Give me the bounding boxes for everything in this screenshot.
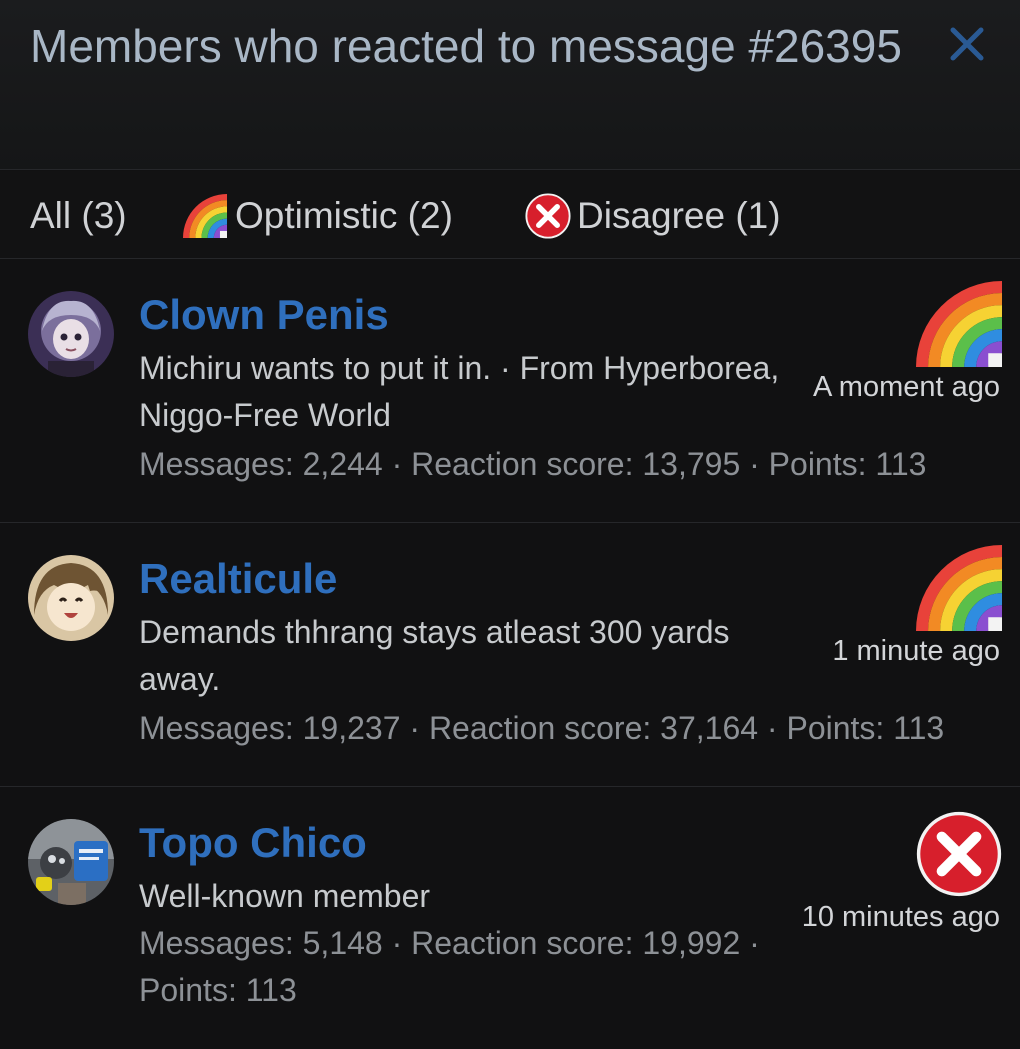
reaction-tabs: All (3) Optimistic (2) Disagree (1) [0, 171, 1020, 259]
dialog-header: Members who reacted to message #26395 [0, 0, 1020, 170]
reactions-dialog: Members who reacted to message #26395 Al… [0, 0, 1020, 1049]
tab-optimistic[interactable]: Optimistic (2) [183, 191, 453, 241]
member-row: Clown Penis Michiru wants to put it in. … [0, 259, 1020, 523]
user-title: Demands thhrang stays atleast 300 yards … [139, 614, 730, 697]
username-link[interactable]: Clown Penis [139, 287, 389, 343]
tab-disagree-label: Disagree (1) [577, 195, 781, 236]
red-x-icon [916, 811, 1002, 897]
reaction-time: A moment ago [813, 371, 1000, 403]
close-button[interactable] [945, 22, 989, 66]
avatar[interactable] [28, 555, 114, 641]
close-icon [950, 27, 984, 61]
user-stats: Messages: 5,148 · Reaction score: 19,992… [139, 925, 760, 1008]
dialog-title: Members who reacted to message #26395 [30, 20, 902, 72]
username-link[interactable]: Topo Chico [139, 815, 367, 871]
tab-all-label: All (3) [30, 195, 127, 236]
reaction-time: 10 minutes ago [801, 901, 1000, 933]
tab-disagree[interactable]: Disagree (1) [525, 191, 781, 241]
rainbow-icon [916, 545, 1002, 631]
user-title: Michiru wants to put it in. · From Hyper… [139, 350, 780, 433]
tab-optimistic-label: Optimistic (2) [235, 195, 453, 236]
reaction-time: 1 minute ago [832, 635, 1000, 667]
user-stats: Messages: 19,237 · Reaction score: 37,16… [139, 710, 945, 746]
red-x-icon [525, 193, 571, 239]
member-row: Topo Chico Well-known member Messages: 5… [0, 787, 1020, 1049]
member-row: Realticule Demands thhrang stays atleast… [0, 523, 1020, 787]
rainbow-icon [916, 281, 1002, 367]
username-link[interactable]: Realticule [139, 551, 337, 607]
avatar[interactable] [28, 291, 114, 377]
avatar[interactable] [28, 819, 114, 905]
rainbow-icon [183, 194, 227, 238]
user-title: Well-known member [139, 878, 431, 914]
tab-all[interactable]: All (3) [30, 191, 127, 241]
user-stats: Messages: 2,244 · Reaction score: 13,795… [139, 446, 927, 482]
